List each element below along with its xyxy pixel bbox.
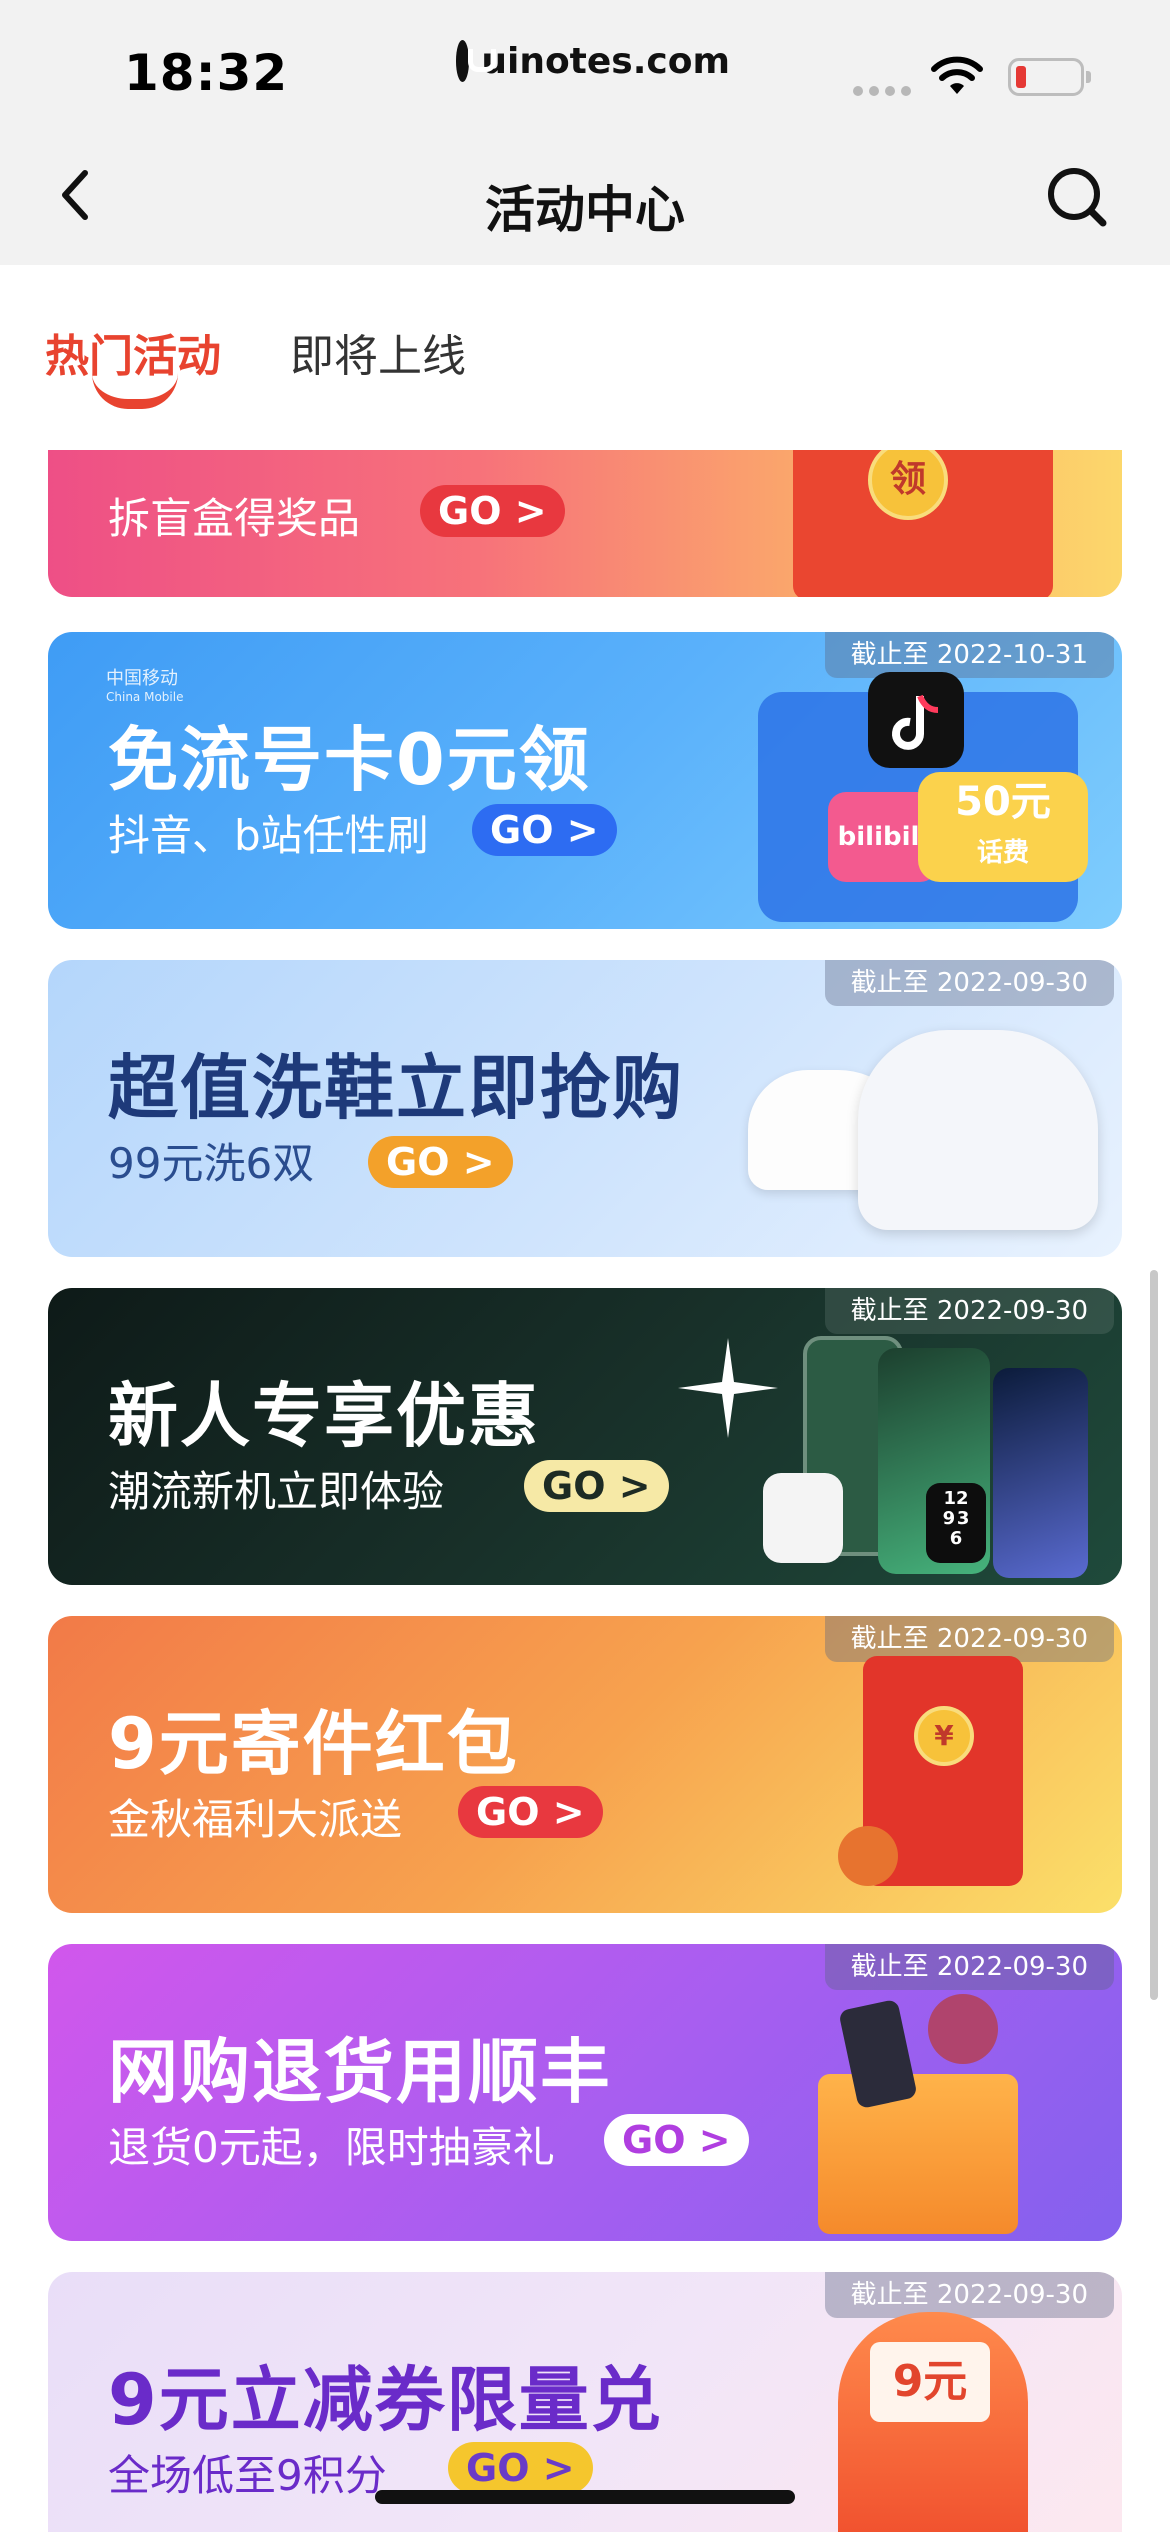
search-button[interactable] <box>1040 160 1114 234</box>
watch-hour-6: 6 <box>949 1528 963 1549</box>
coupon-amount: 50元 <box>955 779 1051 825</box>
banner-title: 网购退货用顺丰 <box>108 2031 612 2113</box>
go-button[interactable]: GO > <box>604 2114 749 2166</box>
active-tab-indicator <box>92 373 178 409</box>
banner-subtitle: 退货0元起，限时抽豪礼 <box>108 2123 555 2172</box>
activity-banner-shoe-wash[interactable]: 截止至 2022-09-30 超值洗鞋立即抢购 99元洗6双 GO > <box>48 960 1122 1257</box>
activity-banner-shipping-packet[interactable]: 截止至 2022-09-30 9元寄件红包 金秋福利大派送 GO > ¥ <box>48 1616 1122 1913</box>
gift-box-illustration <box>818 2074 1018 2234</box>
deadline-badge: 截止至 2022-09-30 <box>824 960 1114 1006</box>
deadline-badge: 截止至 2022-09-30 <box>824 1944 1114 1990</box>
logo-subtext: China Mobile <box>106 690 184 704</box>
banner-title: 9元立减券限量兑 <box>108 2359 663 2441</box>
deadline-badge: 截止至 2022-09-30 <box>824 2272 1114 2318</box>
banner-title: 超值洗鞋立即抢购 <box>108 1047 684 1129</box>
watch-hours: 9 3 <box>926 1509 986 1529</box>
go-button[interactable]: GO > <box>524 1460 669 1512</box>
go-button[interactable]: GO > <box>448 2442 593 2494</box>
banner-subtitle: 金秋福利大派送 <box>108 1795 403 1844</box>
banner-subtitle: 潮流新机立即体验 <box>108 1467 445 1516</box>
watch-hour-9: 9 <box>942 1508 956 1529</box>
coupon-amount-label: 9元 <box>870 2342 990 2422</box>
coupon-label: 话费 <box>976 838 1029 868</box>
watch-hour-3: 3 <box>956 1508 970 1529</box>
activity-list[interactable]: 拆盲盒得奖品 GO > 领 截止至 2022-10-31 中国移动 China … <box>0 450 1170 2532</box>
site-logo-icon <box>456 40 498 82</box>
sparkle-icon <box>678 1338 778 1438</box>
nav-bar: 活动中心 <box>0 130 1170 265</box>
cellular-signal-icon <box>853 86 911 96</box>
url-text: uinotes.com <box>481 40 730 82</box>
activity-banner-new-user[interactable]: 截止至 2022-09-30 新人专享优惠 潮流新机立即体验 GO > 12 9… <box>48 1288 1122 1585</box>
banner-subtitle: 拆盲盒得奖品 <box>108 494 361 543</box>
page-title: 活动中心 <box>485 181 685 239</box>
go-button[interactable]: GO > <box>420 485 565 537</box>
go-button[interactable]: GO > <box>458 1786 603 1838</box>
yuan-coin-icon: ¥ <box>914 1706 974 1766</box>
deadline-badge: 截止至 2022-09-30 <box>824 1288 1114 1334</box>
lantern-illustration <box>838 1826 898 1886</box>
sneaker-illustration-2 <box>858 1030 1098 1230</box>
phone-illustration-3 <box>993 1368 1088 1578</box>
status-time: 18:32 <box>124 44 289 102</box>
watch-illustration: 12 9 3 6 <box>926 1483 986 1563</box>
tiktok-app-icon <box>868 672 964 768</box>
tab-bar: 热门活动 即将上线 <box>0 265 1170 450</box>
banner-title: 新人专享优惠 <box>108 1375 540 1457</box>
url-pill[interactable]: uinotes.com <box>440 26 730 96</box>
home-indicator[interactable] <box>375 2490 795 2504</box>
banner-subtitle: 全场低至9积分 <box>108 2451 387 2500</box>
banner-title: 9元寄件红包 <box>108 1703 519 1785</box>
watch-hour-12: 12 <box>943 1488 969 1509</box>
go-button[interactable]: GO > <box>368 1136 513 1188</box>
activity-banner-sf-returns[interactable]: 截止至 2022-09-30 网购退货用顺丰 退货0元起，限时抽豪礼 GO > <box>48 1944 1122 2241</box>
tab-coming-soon[interactable]: 即将上线 <box>290 320 466 384</box>
china-mobile-logo: 中国移动 China Mobile <box>106 664 183 704</box>
logo-text: 中国移动 <box>106 668 178 689</box>
earbuds-illustration <box>763 1473 843 1563</box>
banner-subtitle: 99元洗6双 <box>108 1139 315 1188</box>
scrollbar-thumb[interactable] <box>1150 1270 1158 2000</box>
search-icon <box>1048 168 1107 227</box>
status-bar: 18:32 uinotes.com <box>0 0 1170 130</box>
wifi-icon <box>931 56 983 94</box>
banner-subtitle: 抖音、b站任性刷 <box>108 811 429 860</box>
phone-credit-coupon: 50元 话费 <box>918 772 1088 882</box>
activity-banner-free-sim[interactable]: 截止至 2022-10-31 中国移动 China Mobile 免流号卡0元领… <box>48 632 1122 929</box>
battery-icon <box>1008 58 1091 96</box>
activity-banner-blind-box[interactable]: 拆盲盒得奖品 GO > 领 <box>48 450 1122 597</box>
banner-title: 免流号卡0元领 <box>108 719 591 801</box>
go-button[interactable]: GO > <box>472 804 617 856</box>
hairdryer-prize-illustration <box>928 1994 998 2064</box>
